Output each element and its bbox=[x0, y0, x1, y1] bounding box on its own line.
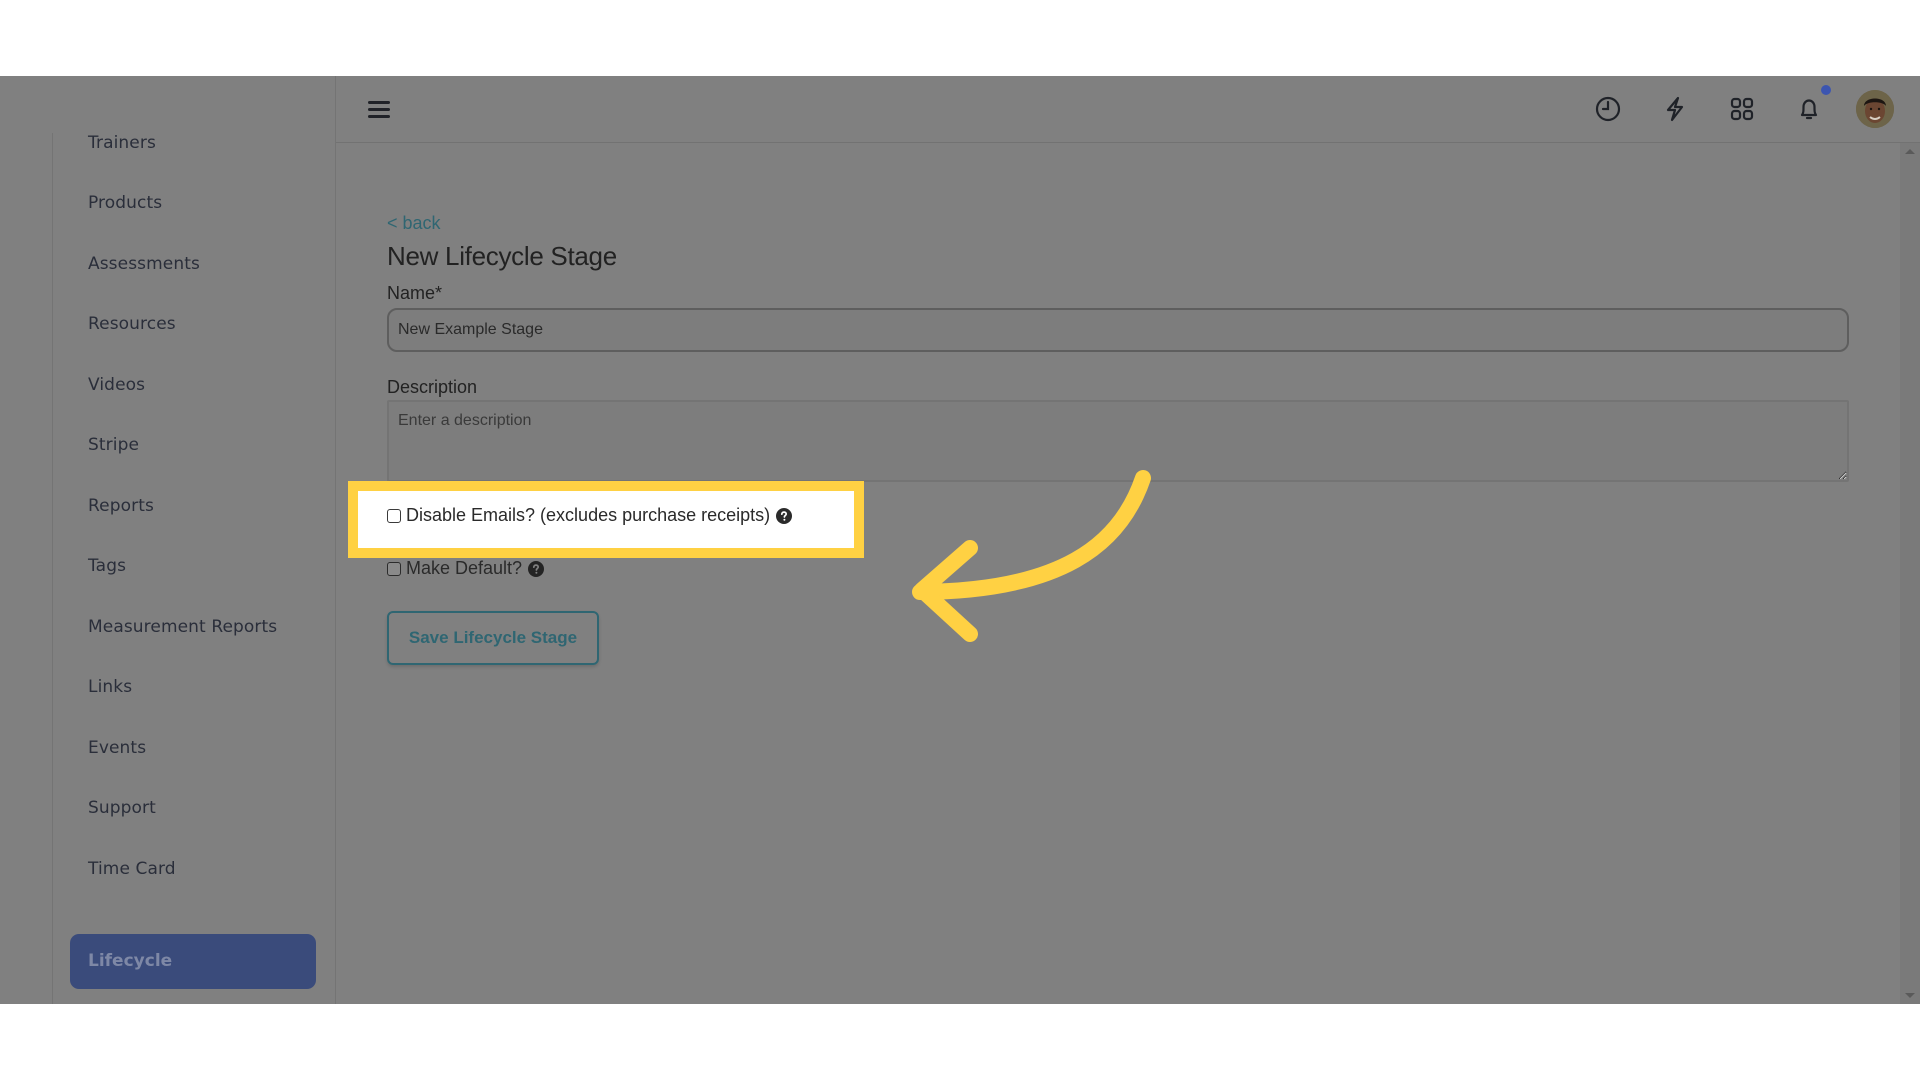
apps-grid-icon[interactable] bbox=[1724, 91, 1760, 127]
back-link[interactable]: < back bbox=[387, 213, 441, 234]
description-label: Description bbox=[387, 377, 478, 397]
annotation-arrow-icon bbox=[912, 470, 1151, 642]
user-avatar[interactable] bbox=[1856, 90, 1894, 128]
page-scrollbar[interactable] bbox=[1900, 143, 1920, 1004]
scroll-down-arrow[interactable] bbox=[1905, 993, 1915, 998]
notification-badge bbox=[1821, 85, 1831, 95]
sidebar-item-tags[interactable]: Tags bbox=[88, 556, 126, 576]
help-icon[interactable] bbox=[528, 560, 545, 577]
sidebar-item-time-card[interactable]: Time Card bbox=[88, 859, 176, 879]
bell-icon[interactable] bbox=[1791, 91, 1827, 127]
lightning-icon[interactable] bbox=[1657, 91, 1693, 127]
sidebar-item-resources[interactable]: Resources bbox=[88, 314, 176, 334]
sidebar-item-events[interactable]: Events bbox=[88, 738, 146, 758]
page-title: New Lifecycle Stage bbox=[387, 241, 617, 271]
sidebar-item-stripe[interactable]: Stripe bbox=[88, 435, 139, 455]
disable-emails-checkbox[interactable] bbox=[387, 508, 401, 523]
disable-emails-label: Disable Emails? (excludes purchase recei… bbox=[406, 505, 771, 525]
sidebar-item-videos[interactable]: Videos bbox=[88, 375, 145, 395]
name-label: Name* bbox=[387, 283, 443, 303]
app-window: Trainers Products Assessments Resources … bbox=[0, 76, 1920, 1004]
clock-icon[interactable] bbox=[1590, 91, 1626, 127]
menu-icon[interactable] bbox=[368, 101, 390, 119]
sidebar-item-trainers[interactable]: Trainers bbox=[88, 133, 156, 153]
sidebar-item-products[interactable]: Products bbox=[88, 193, 162, 213]
make-default-checkbox[interactable] bbox=[387, 561, 401, 576]
sidebar-item-label: Lifecycle bbox=[88, 951, 173, 971]
sidebar-item-measurement-reports[interactable]: Measurement Reports bbox=[88, 617, 277, 637]
sidebar-item-links[interactable]: Links bbox=[88, 677, 132, 697]
sidebar: Trainers Products Assessments Resources … bbox=[0, 76, 336, 1004]
make-default-option[interactable]: Make Default? bbox=[387, 558, 545, 579]
sidebar-item-lifecycle[interactable]: Lifecycle bbox=[70, 934, 316, 989]
sidebar-item-assessments[interactable]: Assessments bbox=[88, 254, 200, 274]
name-input[interactable] bbox=[387, 308, 1849, 352]
make-default-label: Make Default? bbox=[406, 558, 523, 578]
help-icon[interactable] bbox=[776, 507, 793, 524]
sidebar-item-support[interactable]: Support bbox=[88, 798, 156, 818]
sidebar-item-reports[interactable]: Reports bbox=[88, 496, 154, 516]
sidebar-divider bbox=[52, 133, 53, 1004]
scroll-up-arrow[interactable] bbox=[1905, 149, 1915, 154]
save-lifecycle-stage-button[interactable]: Save Lifecycle Stage bbox=[387, 611, 599, 665]
disable-emails-option[interactable]: Disable Emails? (excludes purchase recei… bbox=[387, 505, 793, 526]
